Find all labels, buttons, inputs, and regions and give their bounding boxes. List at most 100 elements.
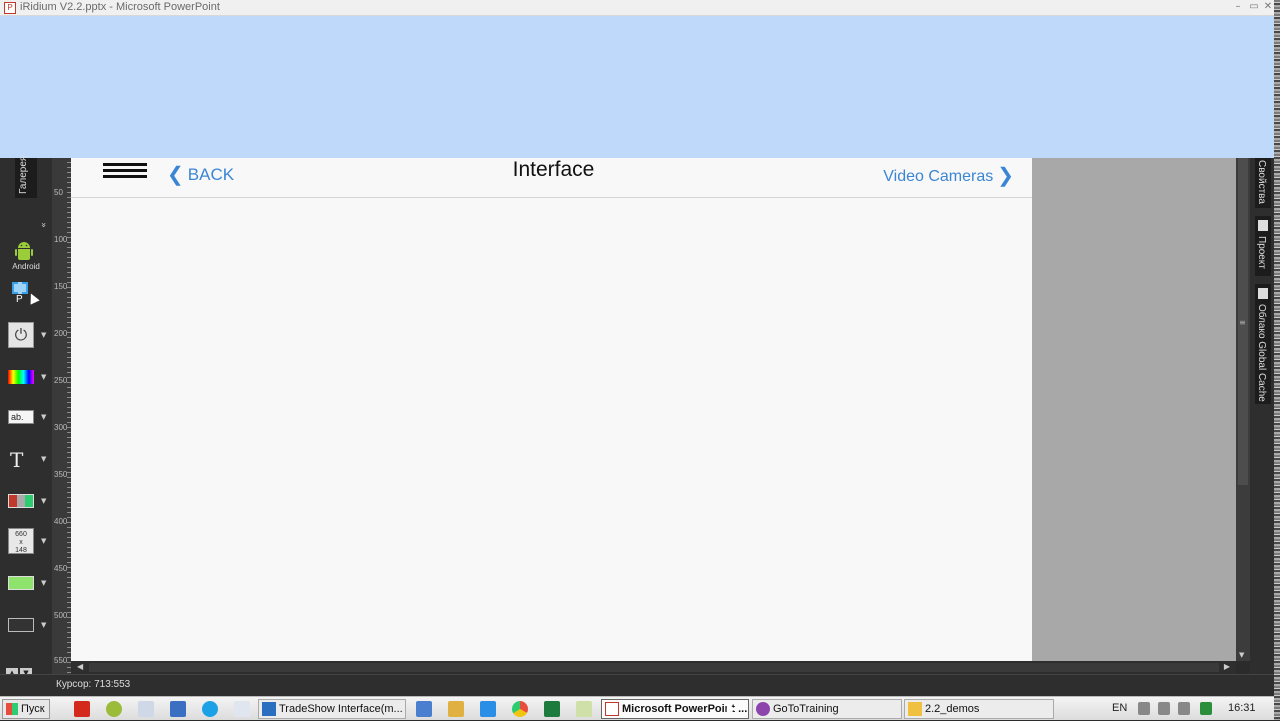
status-bar: Курсор: 713:553 xyxy=(0,674,1274,696)
workspace-gray-area xyxy=(1032,158,1236,661)
video-cameras-label: Video Cameras xyxy=(883,168,994,185)
back-button[interactable]: ❮ BACK xyxy=(167,161,235,186)
toolbar-scroll-arrows: ▲ ▼ xyxy=(6,660,46,678)
tab-project[interactable]: Проект xyxy=(1255,216,1271,276)
text-tool[interactable]: T ▼ xyxy=(6,446,46,472)
folder-icon xyxy=(908,702,922,716)
scroll-right-arrow[interactable]: ▶ xyxy=(1224,662,1230,671)
notes-icon[interactable] xyxy=(576,701,592,717)
back-button-label: BACK xyxy=(187,165,235,184)
gototraining-icon xyxy=(756,702,770,716)
android-tool[interactable]: Android xyxy=(6,238,40,271)
tab-properties[interactable]: Свойства xyxy=(1255,158,1271,208)
gradient-icon xyxy=(8,370,34,384)
battery-icon[interactable] xyxy=(1158,702,1170,715)
caret-down-icon[interactable]: ▼ xyxy=(41,373,46,381)
image-tool[interactable]: ▼ xyxy=(6,488,46,514)
taskbar-item-label: TradeShow Interface(m... xyxy=(279,703,403,715)
scroll-left-arrow[interactable]: ◀ xyxy=(77,662,83,671)
android-icon xyxy=(15,242,33,260)
taskbar-item-demos[interactable]: 2.2_demos xyxy=(904,699,1054,719)
horizontal-scrollbar[interactable]: ◀ ▶ xyxy=(71,661,1236,674)
text-field-tool[interactable]: ab. ▼ xyxy=(6,404,46,430)
vertical-scrollbar[interactable]: ≡ ▼ xyxy=(1236,158,1250,661)
caret-down-icon[interactable]: ▼ xyxy=(41,621,46,629)
caret-down-icon[interactable]: ▼ xyxy=(41,413,46,421)
language-indicator[interactable]: EN xyxy=(1112,702,1127,714)
taskbar-item-label: GoToTraining xyxy=(773,703,839,715)
minimize-button[interactable]: – xyxy=(1230,0,1246,14)
notepad-icon[interactable] xyxy=(234,701,250,717)
powerpoint-icon: P xyxy=(4,2,16,14)
selection-tool[interactable]: P xyxy=(6,280,40,306)
ruler-label: 550 xyxy=(54,656,68,665)
document-icon xyxy=(1258,220,1268,231)
caret-down-icon[interactable]: ▼ xyxy=(41,537,46,545)
caret-down-icon[interactable]: ▼ xyxy=(41,497,46,505)
size-tool[interactable]: 660 x 148 ▼ xyxy=(6,528,46,554)
monitor-icon[interactable] xyxy=(1200,702,1212,715)
app-shortcut-icon[interactable] xyxy=(416,701,432,717)
android-label: Android xyxy=(12,262,40,271)
taskbar-item-label: 2.2_demos xyxy=(925,703,980,715)
mouse-cursor-icon xyxy=(26,291,40,305)
vertical-ruler: 50 100 150 200 250 300 350 400 450 500 5… xyxy=(52,158,71,674)
network-icon[interactable] xyxy=(106,701,122,717)
ruler-label: 500 xyxy=(54,611,68,620)
text-field-icon: ab. xyxy=(8,410,34,424)
tools-icon[interactable] xyxy=(448,701,464,717)
ruler-label: 300 xyxy=(54,423,68,432)
ruler-label: 200 xyxy=(54,329,68,338)
image-icon xyxy=(8,494,34,508)
taskbar-item-tradeshow[interactable]: TradeShow Interface(m... xyxy=(258,699,406,719)
chevron-right-icon: ❯ xyxy=(997,165,1014,187)
cursor-position: Курсор: 713:553 xyxy=(56,679,131,690)
tab-global-cache-label: Облако Global Cache xyxy=(1256,304,1267,402)
tab-project-label: Проект xyxy=(1256,236,1267,269)
dark-fill-tool[interactable]: ▼ xyxy=(6,612,46,638)
dark-fill-icon xyxy=(8,618,34,632)
gradient-tool[interactable]: ▼ xyxy=(6,364,46,390)
ruler-label: 350 xyxy=(54,470,68,479)
scroll-down-arrow[interactable]: ▼ xyxy=(1239,651,1244,659)
right-panel-tabs: Свойства Проект Облако Global Cache xyxy=(1250,158,1274,674)
power-tool[interactable]: ⏻ ▼ xyxy=(6,322,46,348)
color-fill-tool[interactable]: ▼ xyxy=(6,570,46,596)
ruler-label: 50 xyxy=(54,188,63,197)
start-button[interactable]: Пуск xyxy=(2,699,50,719)
start-button-label: Пуск xyxy=(21,703,45,715)
color-fill-icon xyxy=(8,576,34,590)
slide-background xyxy=(0,16,1274,158)
video-cameras-button[interactable]: Video Cameras ❯ xyxy=(883,162,1014,187)
caret-down-icon[interactable]: ▼ xyxy=(41,455,46,463)
skype-icon[interactable] xyxy=(202,701,218,717)
nav-bar: Interface ❮ BACK Video Cameras ❯ xyxy=(71,158,1032,198)
network-tray-icon[interactable] xyxy=(1178,702,1190,715)
screen-edge-artifact xyxy=(1274,0,1280,720)
tray-icon[interactable] xyxy=(1138,702,1150,715)
caret-down-icon[interactable]: ▼ xyxy=(41,579,46,587)
left-toolbar: Галерея » Android P ⏻ ▼ ▼ ab. ▼ T ▼ ▼ 66… xyxy=(0,156,52,674)
expand-icon[interactable]: » xyxy=(38,222,48,228)
tab-properties-label: Свойства xyxy=(1256,160,1267,204)
window-titlebar: P iRidium V2.2.pptx - Microsoft PowerPoi… xyxy=(0,0,1280,16)
dropbox-icon[interactable] xyxy=(480,701,496,717)
design-canvas[interactable]: Interface ❮ BACK Video Cameras ❯ xyxy=(71,158,1032,661)
selection-icon xyxy=(12,282,28,294)
excel-icon[interactable] xyxy=(544,701,560,717)
gallery-tab[interactable]: Галерея xyxy=(15,156,37,198)
chrome-icon[interactable] xyxy=(512,701,528,717)
ruler-label: 400 xyxy=(54,517,68,526)
scrollbar-track[interactable] xyxy=(89,663,1219,672)
text-icon: T xyxy=(10,448,24,472)
filezilla-icon[interactable] xyxy=(74,701,90,717)
ruler-label: 150 xyxy=(54,282,68,291)
app-icon xyxy=(262,702,276,716)
power-icon: ⏻ xyxy=(8,322,34,348)
tab-global-cache[interactable]: Облако Global Cache xyxy=(1255,284,1271,404)
save-icon[interactable] xyxy=(170,701,186,717)
taskbar-item-gototraining[interactable]: GoToTraining xyxy=(752,699,902,719)
caret-down-icon[interactable]: ▼ xyxy=(41,331,46,339)
clock[interactable]: 16:31 xyxy=(1228,702,1256,714)
document-icon[interactable] xyxy=(138,701,154,717)
